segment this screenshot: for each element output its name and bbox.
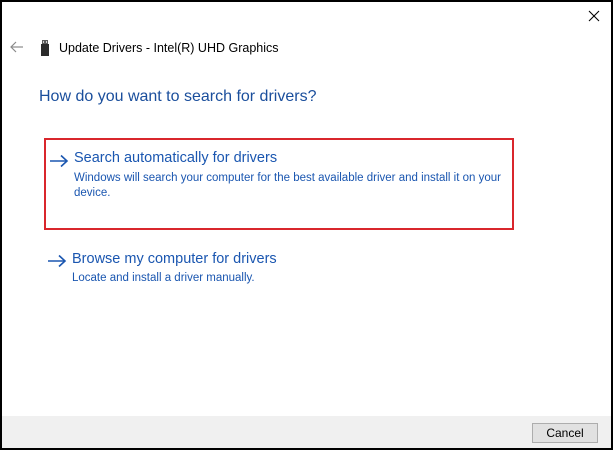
cancel-button[interactable]: Cancel: [532, 423, 598, 443]
dialog-window: Update Drivers - Intel(R) UHD Graphics H…: [0, 0, 613, 450]
search-automatically-option[interactable]: Search automatically for drivers Windows…: [44, 138, 514, 230]
dialog-footer: Cancel: [2, 416, 611, 448]
close-button[interactable]: [585, 7, 603, 25]
option-description: Windows will search your computer for th…: [74, 172, 501, 199]
option-title: Search automatically for drivers: [74, 150, 278, 166]
dialog-title-row: Update Drivers - Intel(R) UHD Graphics: [40, 38, 279, 58]
usb-device-icon: [41, 40, 49, 56]
right-arrow-icon: [48, 254, 67, 268]
option-title: Browse my computer for drivers: [72, 251, 277, 267]
page-heading: How do you want to search for drivers?: [39, 88, 317, 105]
option-description: Locate and install a driver manually.: [72, 272, 255, 284]
dialog-title: Update Drivers - Intel(R) UHD Graphics: [59, 41, 279, 55]
browse-computer-option[interactable]: Browse my computer for drivers Locate an…: [44, 248, 514, 298]
back-arrow-icon: [10, 41, 23, 53]
close-icon: [588, 10, 600, 22]
back-button[interactable]: [8, 39, 26, 55]
right-arrow-icon: [50, 154, 69, 168]
